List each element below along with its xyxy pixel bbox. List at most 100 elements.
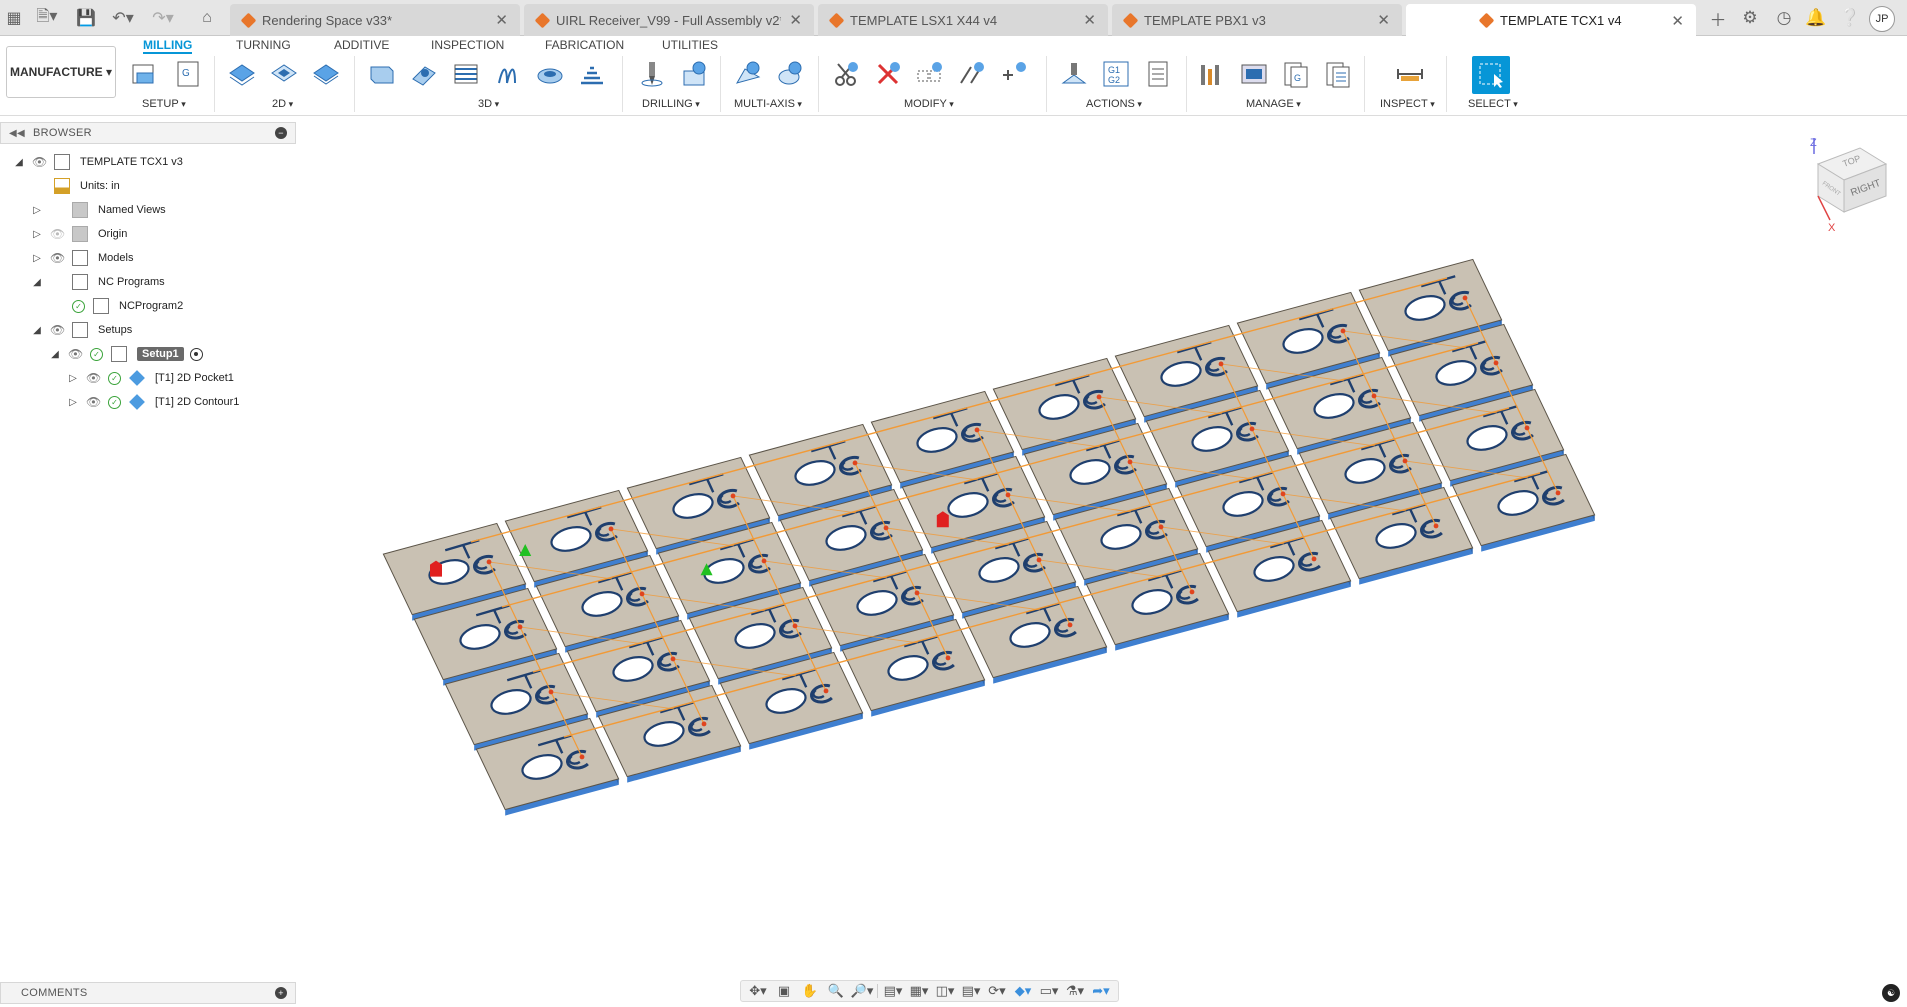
job-status-icon[interactable]: ◷	[1774, 8, 1794, 28]
help-icon[interactable]: ❔	[1839, 8, 1860, 28]
3d-viewport[interactable]	[296, 116, 1907, 971]
tool-display-icon[interactable]: ⚗▾	[1062, 982, 1088, 1000]
group-3d[interactable]: 3D	[478, 98, 499, 110]
group-2d[interactable]: 2D	[272, 98, 293, 110]
group-modify[interactable]: MODIFY	[904, 98, 954, 110]
3d-pocket-icon[interactable]	[408, 58, 440, 90]
collapse-triangle-icon[interactable]: ◢	[14, 157, 24, 168]
new-tab-icon[interactable]: ＋	[1708, 8, 1728, 30]
group-select[interactable]: SELECT	[1468, 98, 1518, 110]
stock-display-icon[interactable]: ▤▾	[958, 982, 984, 1000]
tree-nc-program[interactable]: ✓ NCProgram2	[72, 294, 183, 318]
feedback-icon[interactable]: ☯	[1882, 984, 1900, 1002]
group-multi-axis[interactable]: MULTI-AXIS	[734, 98, 802, 110]
mirror-icon[interactable]	[956, 58, 988, 90]
2d-pocket-icon[interactable]	[268, 58, 300, 90]
avatar[interactable]: JP	[1869, 6, 1895, 32]
simulate-icon[interactable]	[1058, 58, 1090, 90]
group-drilling[interactable]: DRILLING	[642, 98, 700, 110]
refresh-icon[interactable]: ⟳▾	[984, 982, 1010, 1000]
delete-icon[interactable]	[872, 58, 904, 90]
group-actions[interactable]: ACTIONS	[1086, 98, 1142, 110]
zoom-icon[interactable]: 🔍	[823, 982, 849, 1000]
2d-adaptive-icon[interactable]	[226, 58, 258, 90]
display-settings-icon[interactable]: ▤▾	[880, 982, 906, 1000]
collapse-triangle-icon[interactable]: ◢	[32, 277, 42, 288]
setup-sheet-icon[interactable]	[1142, 58, 1174, 90]
save-icon[interactable]: 💾	[76, 7, 96, 29]
apps-grid-icon[interactable]: ▦	[4, 7, 24, 29]
tab-template-tcx1[interactable]: TEMPLATE TCX1 v4 ✕	[1406, 4, 1696, 37]
close-icon[interactable]: ✕	[1377, 11, 1390, 29]
grid-icon[interactable]: ▦▾	[906, 982, 932, 1000]
tab-utilities[interactable]: UTILITIES	[662, 38, 718, 54]
measure-icon[interactable]	[1394, 58, 1426, 90]
tab-milling[interactable]: MILLING	[143, 38, 193, 54]
look-at-icon[interactable]: ▣	[771, 982, 797, 1000]
tool-library-icon[interactable]	[1196, 58, 1228, 90]
tab-turning[interactable]: TURNING	[236, 38, 291, 54]
shape-display-icon[interactable]: ◆▾	[1010, 982, 1036, 1000]
active-target-icon[interactable]	[189, 347, 203, 361]
hole-recognition-icon[interactable]	[678, 58, 710, 90]
workspace-switcher[interactable]: MANUFACTURE ▾	[6, 46, 116, 98]
view-cube[interactable]: Z TOP RIGHT FRONT X	[1800, 134, 1900, 244]
tab-inspection[interactable]: INSPECTION	[431, 38, 504, 54]
select-icon[interactable]	[1472, 56, 1510, 94]
template-library-icon[interactable]	[1322, 58, 1354, 90]
cut-icon[interactable]	[830, 58, 862, 90]
visibility-icon[interactable]: 👁	[86, 395, 101, 409]
tree-units[interactable]: Units: in	[54, 174, 120, 198]
notifications-icon[interactable]: 🔔	[1805, 8, 1826, 28]
home-icon[interactable]: ⌂	[196, 7, 218, 29]
minus-icon[interactable]: −	[275, 127, 287, 139]
post-process-icon[interactable]: G1 G2	[1100, 58, 1132, 90]
collapse-panel-icon[interactable]: ◀◀	[9, 128, 25, 139]
expand-triangle-icon[interactable]: ▷	[68, 397, 78, 408]
close-icon[interactable]: ✕	[1083, 11, 1096, 29]
new-setup-icon[interactable]	[128, 58, 160, 90]
tab-template-pbx1[interactable]: TEMPLATE PBX1 v3 ✕	[1112, 4, 1402, 36]
tree-setups[interactable]: ◢ 👁 Setups	[32, 318, 132, 342]
parallel-icon[interactable]	[492, 58, 524, 90]
close-icon[interactable]: ✕	[495, 11, 508, 29]
2d-contour-icon[interactable]	[310, 58, 342, 90]
visibility-icon[interactable]: 👁	[86, 371, 101, 385]
visibility-icon[interactable]: 👁	[50, 323, 65, 337]
viewports-icon[interactable]: ◫▾	[932, 982, 958, 1000]
tree-models[interactable]: ▷ 👁 Models	[32, 246, 133, 270]
tree-named-views[interactable]: ▷ 👁 Named Views	[32, 198, 166, 222]
fit-icon[interactable]: 🔎▾	[849, 982, 875, 1000]
visibility-icon[interactable]: 👁	[32, 155, 47, 169]
multi-axis-swarf-icon[interactable]	[732, 58, 764, 90]
visibility-icon[interactable]: 👁	[68, 347, 83, 361]
undo-icon[interactable]: ↶▾	[110, 7, 136, 29]
multi-axis-flow-icon[interactable]	[774, 58, 806, 90]
extensions-icon[interactable]: ⚙	[1740, 8, 1760, 28]
tree-op-pocket[interactable]: ▷ 👁 ✓ [T1] 2D Pocket1	[68, 366, 234, 390]
tab-fabrication[interactable]: FABRICATION	[545, 38, 624, 54]
manual-nc-icon[interactable]	[998, 58, 1030, 90]
hidden-visibility-icon[interactable]: 👁	[50, 227, 65, 241]
scallop-icon[interactable]	[534, 58, 566, 90]
simulation-icon[interactable]: ➦▾	[1088, 982, 1114, 1000]
close-icon[interactable]: ✕	[789, 11, 802, 29]
tree-op-contour[interactable]: ▷ 👁 ✓ [T1] 2D Contour1	[68, 390, 239, 414]
tree-root[interactable]: ◢ 👁 TEMPLATE TCX1 v3	[14, 150, 183, 174]
orbit-icon[interactable]: ✥▾	[745, 982, 771, 1000]
file-menu-icon[interactable]: 🗎▾	[34, 7, 60, 29]
group-setup[interactable]: SETUP	[142, 98, 186, 110]
expand-triangle-icon[interactable]: ▷	[32, 229, 42, 240]
3d-adaptive-icon[interactable]	[366, 58, 398, 90]
tree-nc-programs[interactable]: ◢ 👁 NC Programs	[32, 270, 165, 294]
post-library-icon[interactable]: G	[1280, 58, 1312, 90]
steep-shallow-icon[interactable]	[450, 58, 482, 90]
tab-uirl-receiver[interactable]: UIRL Receiver_V99 - Full Assembly v2* ✕	[524, 4, 814, 36]
expand-triangle-icon[interactable]: ▷	[68, 373, 78, 384]
tree-setup1[interactable]: ◢ 👁 ✓ Setup1	[50, 342, 203, 366]
drill-icon[interactable]	[636, 58, 668, 90]
tab-additive[interactable]: ADDITIVE	[334, 38, 389, 54]
pattern-icon[interactable]	[914, 58, 946, 90]
machine-library-icon[interactable]	[1238, 58, 1270, 90]
redo-icon[interactable]: ↷▾	[150, 7, 176, 29]
